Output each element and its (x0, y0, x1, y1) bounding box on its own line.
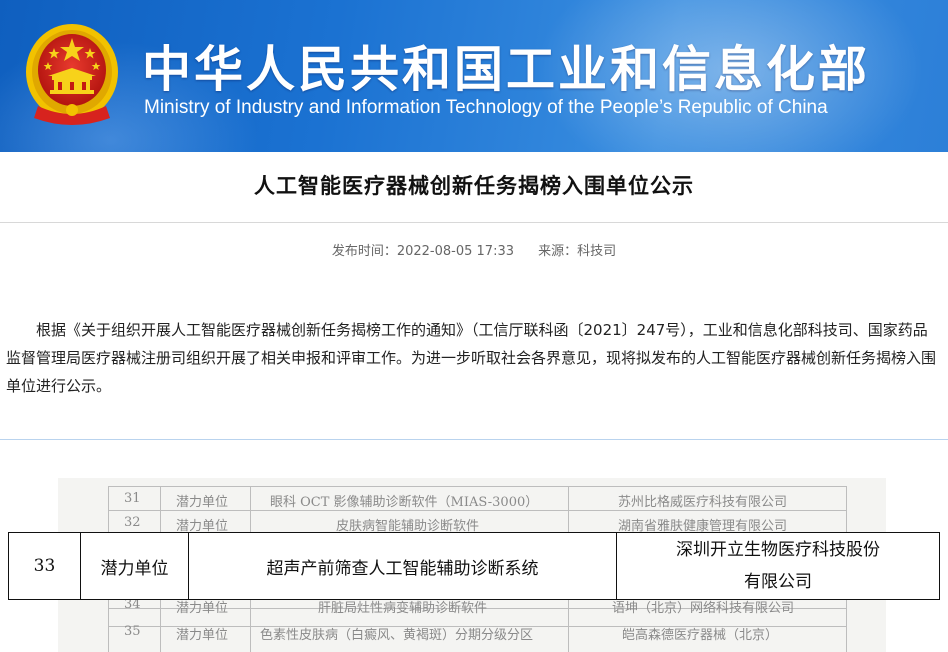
table-row: 35 潜力单位 色素性皮肤病（白癜风、黄褐斑）分期分级分区 皑高森德医疗器械（北… (108, 620, 846, 644)
row-type: 潜力单位 (81, 533, 189, 599)
row-task: 色素性皮肤病（白癜风、黄褐斑）分期分级分区 (260, 628, 534, 643)
national-emblem-icon (26, 24, 118, 125)
article-meta: 发布时间：2022-08-05 17:33 来源：科技司 (0, 240, 948, 259)
row-number: 35 (124, 624, 141, 639)
article-source: 来源：科技司 (538, 244, 617, 259)
row-number: 32 (124, 515, 141, 530)
row-type: 潜力单位 (176, 628, 229, 643)
table-row: 31 潜力单位 眼科 OCT 影像辅助诊断软件（MIAS-3000） 苏州比格威… (108, 487, 846, 511)
row-number: 31 (124, 491, 141, 506)
site-title-english: Ministry of Industry and Information Tec… (144, 97, 828, 118)
publish-time: 发布时间：2022-08-05 17:33 (331, 244, 514, 259)
article-body: 根据《关于组织开展人工智能医疗器械创新任务揭榜工作的通知》（工信厅联科函〔202… (6, 321, 937, 395)
row-unit-line: 有限公司 (744, 572, 812, 592)
article-title: 人工智能医疗器械创新任务揭榜入围单位公示 (254, 174, 694, 198)
row-unit: 苏州比格威医疗科技有限公司 (618, 495, 788, 510)
divider (0, 439, 948, 440)
site-header-banner: 中华人民共和国工业和信息化部 Ministry of Industry and … (0, 0, 948, 152)
row-unit: 深圳开立生物医疗科技股份 有限公司 (617, 533, 939, 599)
row-task: 眼科 OCT 影像辅助诊断软件（MIAS-3000） (270, 495, 539, 510)
row-number: 33 (9, 533, 81, 599)
row-type: 潜力单位 (176, 495, 229, 510)
row-unit-line: 深圳开立生物医疗科技股份 (676, 540, 880, 560)
row-unit: 皑高森德医疗器械（北京） (622, 628, 779, 643)
highlighted-table-row: 33 潜力单位 超声产前筛查人工智能辅助诊断系统 深圳开立生物医疗科技股份 有限… (8, 532, 940, 600)
divider (0, 222, 948, 223)
row-task: 超声产前筛查人工智能辅助诊断系统 (189, 533, 617, 599)
site-title-chinese: 中华人民共和国工业和信息化部 (142, 41, 871, 98)
